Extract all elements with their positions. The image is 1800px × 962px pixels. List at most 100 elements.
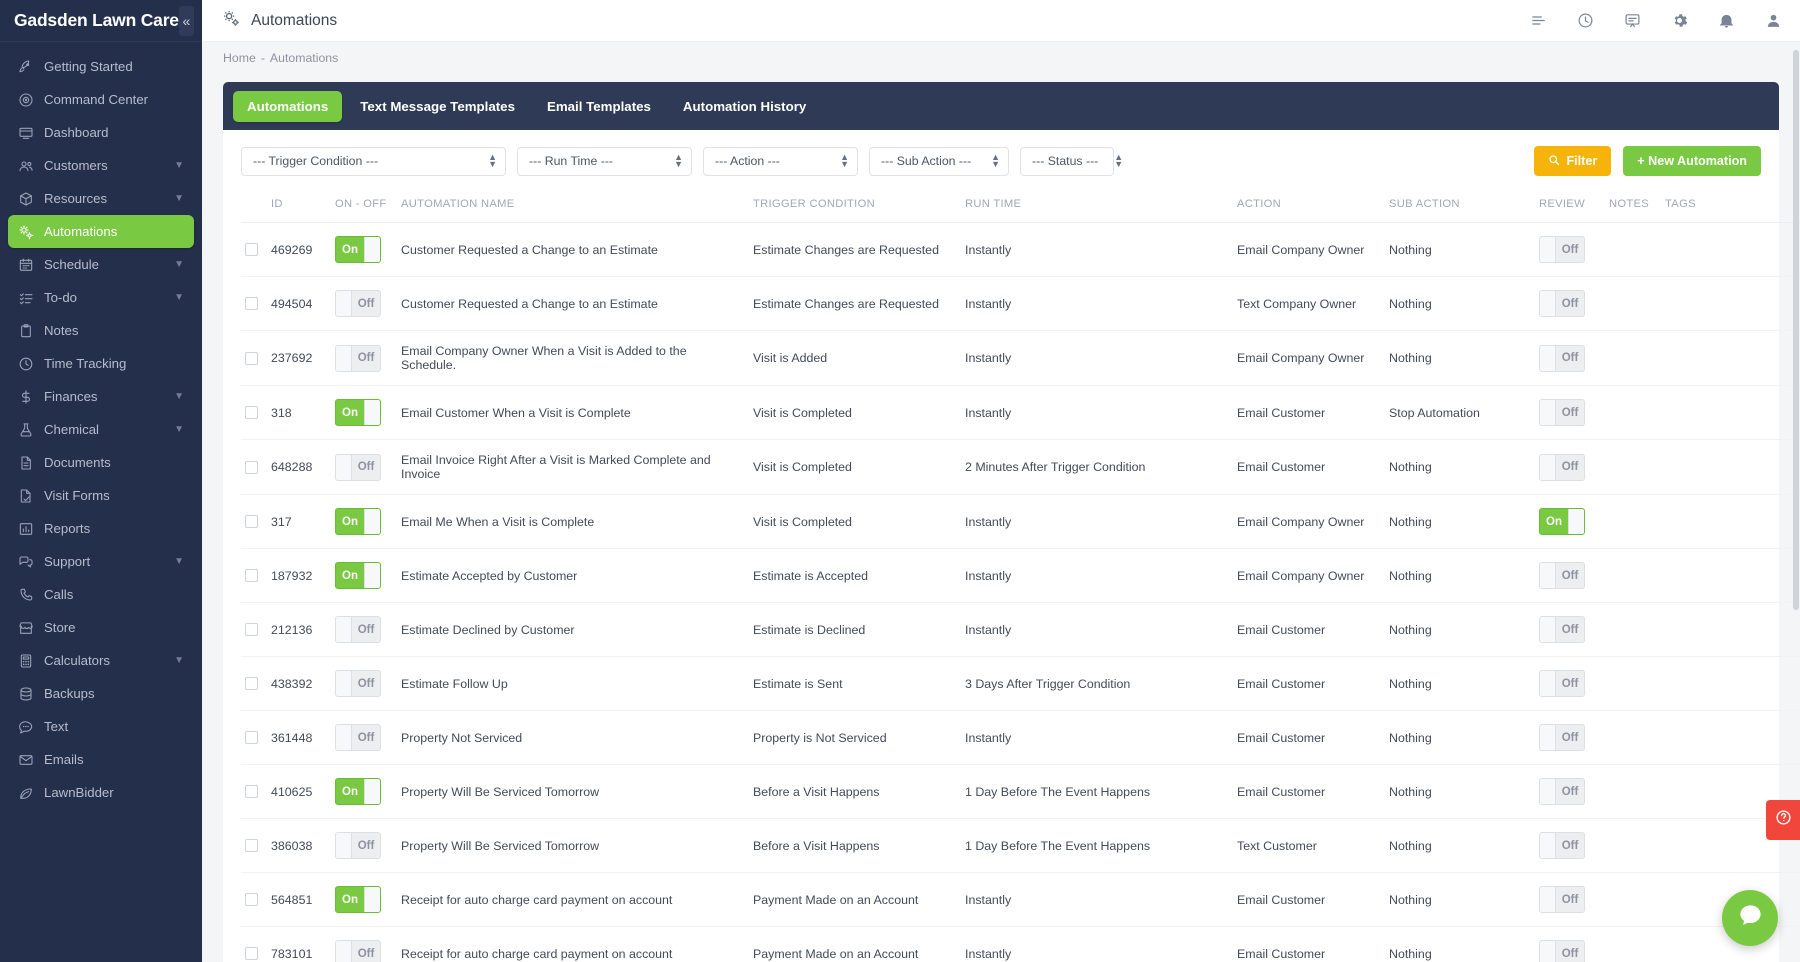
row-checkbox[interactable]: [245, 351, 258, 365]
row-checkbox[interactable]: [245, 623, 258, 636]
row-checkbox[interactable]: [245, 515, 258, 528]
cell-automation-name[interactable]: Estimate Accepted by Customer: [397, 548, 749, 603]
cell-automation-name[interactable]: Email Me When a Visit is Complete: [397, 494, 749, 549]
sidebar-item-time-tracking[interactable]: Time Tracking: [8, 347, 194, 380]
cell-automation-name[interactable]: Property Not Serviced: [397, 710, 749, 765]
chevron-down-icon[interactable]: ▼: [174, 424, 184, 435]
sidebar-item-calculators[interactable]: Calculators ▼: [8, 644, 194, 677]
cell-automation-name[interactable]: Property Will Be Serviced Tomorrow: [397, 764, 749, 819]
review-toggle[interactable]: Off: [1539, 236, 1585, 263]
sidebar-item-store[interactable]: Store: [8, 611, 194, 644]
tab-automation-history[interactable]: Automation History: [669, 91, 820, 122]
cell-automation-name[interactable]: Email Invoice Right After a Visit is Mar…: [397, 439, 749, 495]
trigger-condition-select[interactable]: --- Trigger Condition --- ▲ ▼: [241, 146, 506, 176]
sidebar-item-emails[interactable]: Emails: [8, 743, 194, 776]
row-checkbox[interactable]: [245, 406, 258, 419]
cell-automation-name[interactable]: Receipt for auto charge card payment on …: [397, 926, 749, 962]
sidebar-item-command-center[interactable]: Command Center: [8, 83, 194, 116]
row-checkbox[interactable]: [245, 731, 258, 744]
sidebar-item-calls[interactable]: Calls: [8, 578, 194, 611]
sidebar-item-backups[interactable]: Backups: [8, 677, 194, 710]
review-toggle[interactable]: Off: [1539, 399, 1585, 426]
sub-action-select[interactable]: --- Sub Action --- ▲ ▼: [869, 146, 1009, 176]
on-off-toggle[interactable]: Off: [335, 616, 381, 643]
review-toggle[interactable]: Off: [1539, 886, 1585, 913]
on-off-toggle[interactable]: Off: [335, 453, 381, 481]
sidebar-item-notes[interactable]: Notes: [8, 314, 194, 347]
chat-widget-button[interactable]: [1722, 890, 1778, 946]
cell-automation-name[interactable]: Property Will Be Serviced Tomorrow: [397, 818, 749, 873]
cell-automation-name[interactable]: Estimate Declined by Customer: [397, 602, 749, 657]
row-checkbox[interactable]: [245, 569, 258, 582]
cell-automation-name[interactable]: Receipt for auto charge card payment on …: [397, 872, 749, 927]
chevron-down-icon[interactable]: ▼: [174, 160, 184, 171]
sidebar-item-schedule[interactable]: Schedule ▼: [8, 248, 194, 281]
cell-automation-name[interactable]: Email Company Owner When a Visit is Adde…: [397, 330, 749, 386]
chevron-down-icon[interactable]: ▼: [174, 193, 184, 204]
review-toggle[interactable]: Off: [1539, 616, 1585, 643]
help-button[interactable]: [1766, 800, 1800, 840]
sidebar-item-to-do[interactable]: To-do ▼: [8, 281, 194, 314]
review-toggle[interactable]: On: [1539, 508, 1585, 535]
user-icon[interactable]: [1765, 12, 1782, 29]
sidebar-item-lawnbidder[interactable]: LawnBidder: [8, 776, 194, 809]
sidebar-item-support[interactable]: Support ▼: [8, 545, 194, 578]
status-select[interactable]: --- Status --- ▲ ▼: [1020, 146, 1123, 176]
review-toggle[interactable]: Off: [1539, 290, 1585, 317]
review-toggle[interactable]: Off: [1539, 778, 1585, 805]
history-clock-icon[interactable]: [1577, 12, 1594, 29]
on-off-toggle[interactable]: On: [335, 508, 381, 535]
chevron-down-icon[interactable]: ▼: [174, 655, 184, 666]
on-off-toggle[interactable]: On: [335, 399, 381, 426]
review-toggle[interactable]: Off: [1539, 940, 1585, 962]
review-toggle[interactable]: Off: [1539, 670, 1585, 697]
row-checkbox[interactable]: [245, 677, 258, 690]
on-off-toggle[interactable]: Off: [335, 344, 381, 372]
row-checkbox[interactable]: [245, 785, 258, 798]
tab-email-templates[interactable]: Email Templates: [533, 91, 665, 122]
gear-icon[interactable]: [1671, 12, 1688, 29]
row-checkbox[interactable]: [245, 297, 258, 310]
review-toggle[interactable]: Off: [1539, 344, 1585, 372]
on-off-toggle[interactable]: Off: [335, 670, 381, 697]
cell-automation-name[interactable]: Email Customer When a Visit is Complete: [397, 385, 749, 440]
row-checkbox[interactable]: [245, 839, 258, 852]
row-checkbox[interactable]: [245, 460, 258, 474]
on-off-toggle[interactable]: Off: [335, 724, 381, 751]
row-checkbox[interactable]: [245, 243, 258, 256]
on-off-toggle[interactable]: Off: [335, 832, 381, 859]
cell-automation-name[interactable]: Estimate Follow Up: [397, 656, 749, 711]
on-off-toggle[interactable]: On: [335, 778, 381, 805]
list-icon[interactable]: [1530, 12, 1547, 29]
chevron-down-icon[interactable]: ▼: [174, 292, 184, 303]
on-off-toggle[interactable]: On: [335, 886, 381, 913]
sidebar-collapse-button[interactable]: «: [178, 5, 194, 36]
review-toggle[interactable]: Off: [1539, 562, 1585, 589]
review-toggle[interactable]: Off: [1539, 724, 1585, 751]
chevron-down-icon[interactable]: ▼: [174, 556, 184, 567]
cell-automation-name[interactable]: Customer Requested a Change to an Estima…: [397, 276, 749, 331]
run-time-select[interactable]: --- Run Time --- ▲ ▼: [517, 146, 692, 176]
chevron-down-icon[interactable]: ▼: [174, 391, 184, 402]
row-checkbox[interactable]: [245, 947, 258, 960]
on-off-toggle[interactable]: On: [335, 562, 381, 589]
sidebar-item-dashboard[interactable]: Dashboard: [8, 116, 194, 149]
filter-button[interactable]: Filter: [1534, 146, 1612, 176]
sidebar-item-finances[interactable]: Finances ▼: [8, 380, 194, 413]
cell-automation-name[interactable]: Customer Requested a Change to an Estima…: [397, 222, 749, 277]
vertical-scrollbar[interactable]: [1793, 50, 1799, 610]
sidebar-item-customers[interactable]: Customers ▼: [8, 149, 194, 182]
sidebar-item-chemical[interactable]: Chemical ▼: [8, 413, 194, 446]
review-toggle[interactable]: Off: [1539, 832, 1585, 859]
chevron-down-icon[interactable]: ▼: [174, 259, 184, 270]
sidebar-item-reports[interactable]: Reports: [8, 512, 194, 545]
review-toggle[interactable]: Off: [1539, 453, 1585, 481]
action-select[interactable]: --- Action --- ▲ ▼: [703, 146, 858, 176]
on-off-toggle[interactable]: Off: [335, 940, 381, 962]
sidebar-item-documents[interactable]: Documents: [8, 446, 194, 479]
sidebar-item-resources[interactable]: Resources ▼: [8, 182, 194, 215]
bell-icon[interactable]: [1718, 12, 1735, 29]
tab-text-message-templates[interactable]: Text Message Templates: [346, 91, 529, 122]
comment-icon[interactable]: [1624, 12, 1641, 29]
new-automation-button[interactable]: + New Automation: [1623, 146, 1761, 176]
